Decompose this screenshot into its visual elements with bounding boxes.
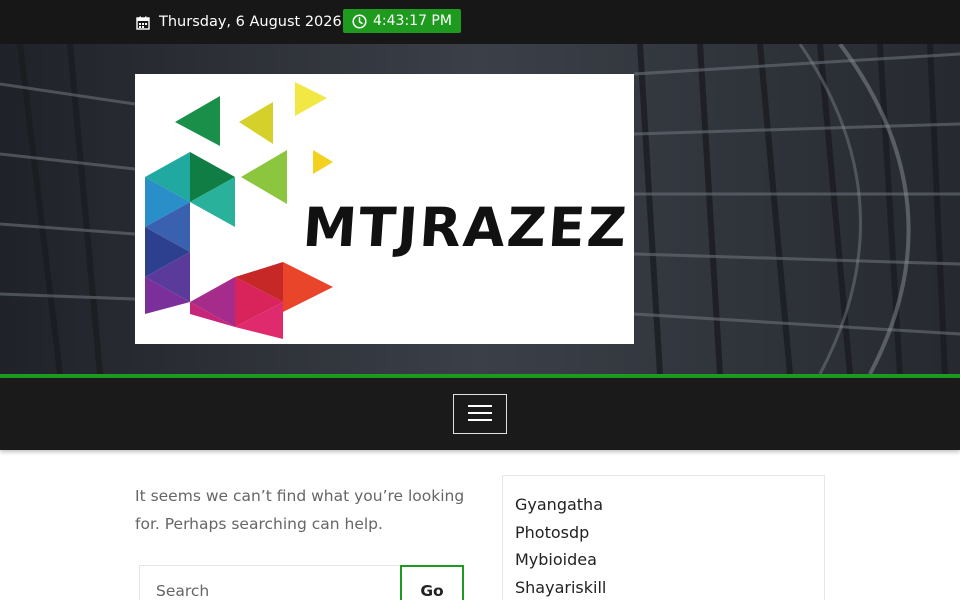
- search-input[interactable]: [139, 565, 401, 600]
- list-item: Photosdp: [515, 519, 824, 547]
- search-form: Go: [139, 565, 465, 600]
- hamburger-icon: [468, 404, 492, 425]
- time-badge: 4:43:17 PM: [343, 9, 461, 33]
- sidebar-link-shayariskill[interactable]: Shayariskill: [515, 578, 606, 597]
- date-display: Thursday, 6 August 2026: [136, 0, 342, 44]
- list-item: Shayariskill: [515, 574, 824, 600]
- current-date: Thursday, 6 August 2026: [159, 14, 342, 30]
- sidebar-link-mybioidea[interactable]: Mybioidea: [515, 550, 597, 569]
- top-bar: Thursday, 6 August 2026 4:43:17 PM: [0, 0, 960, 44]
- current-time: 4:43:17 PM: [373, 13, 452, 29]
- sidebar-link-gyangatha[interactable]: Gyangatha: [515, 495, 603, 514]
- calendar-icon: [136, 15, 150, 30]
- main-navigation: [0, 378, 960, 450]
- logo-wordmark: MTJRAZEZ: [300, 196, 631, 259]
- site-logo[interactable]: MTJRAZEZ: [135, 74, 634, 344]
- clock-icon: [352, 13, 367, 29]
- search-go-button[interactable]: Go: [400, 565, 464, 600]
- list-item: Gyangatha: [515, 491, 824, 519]
- sidebar-link-photosdp[interactable]: Photosdp: [515, 523, 589, 542]
- not-found-message: It seems we can’t find what you’re looki…: [135, 487, 465, 533]
- links-list: Gyangatha Photosdp Mybioidea Shayariskil…: [503, 476, 824, 600]
- list-item: Mybioidea: [515, 546, 824, 574]
- menu-toggle-button[interactable]: [453, 394, 507, 434]
- site-header: MTJRAZEZ: [0, 44, 960, 374]
- sidebar-links-widget: Gyangatha Photosdp Mybioidea Shayariskil…: [502, 475, 825, 600]
